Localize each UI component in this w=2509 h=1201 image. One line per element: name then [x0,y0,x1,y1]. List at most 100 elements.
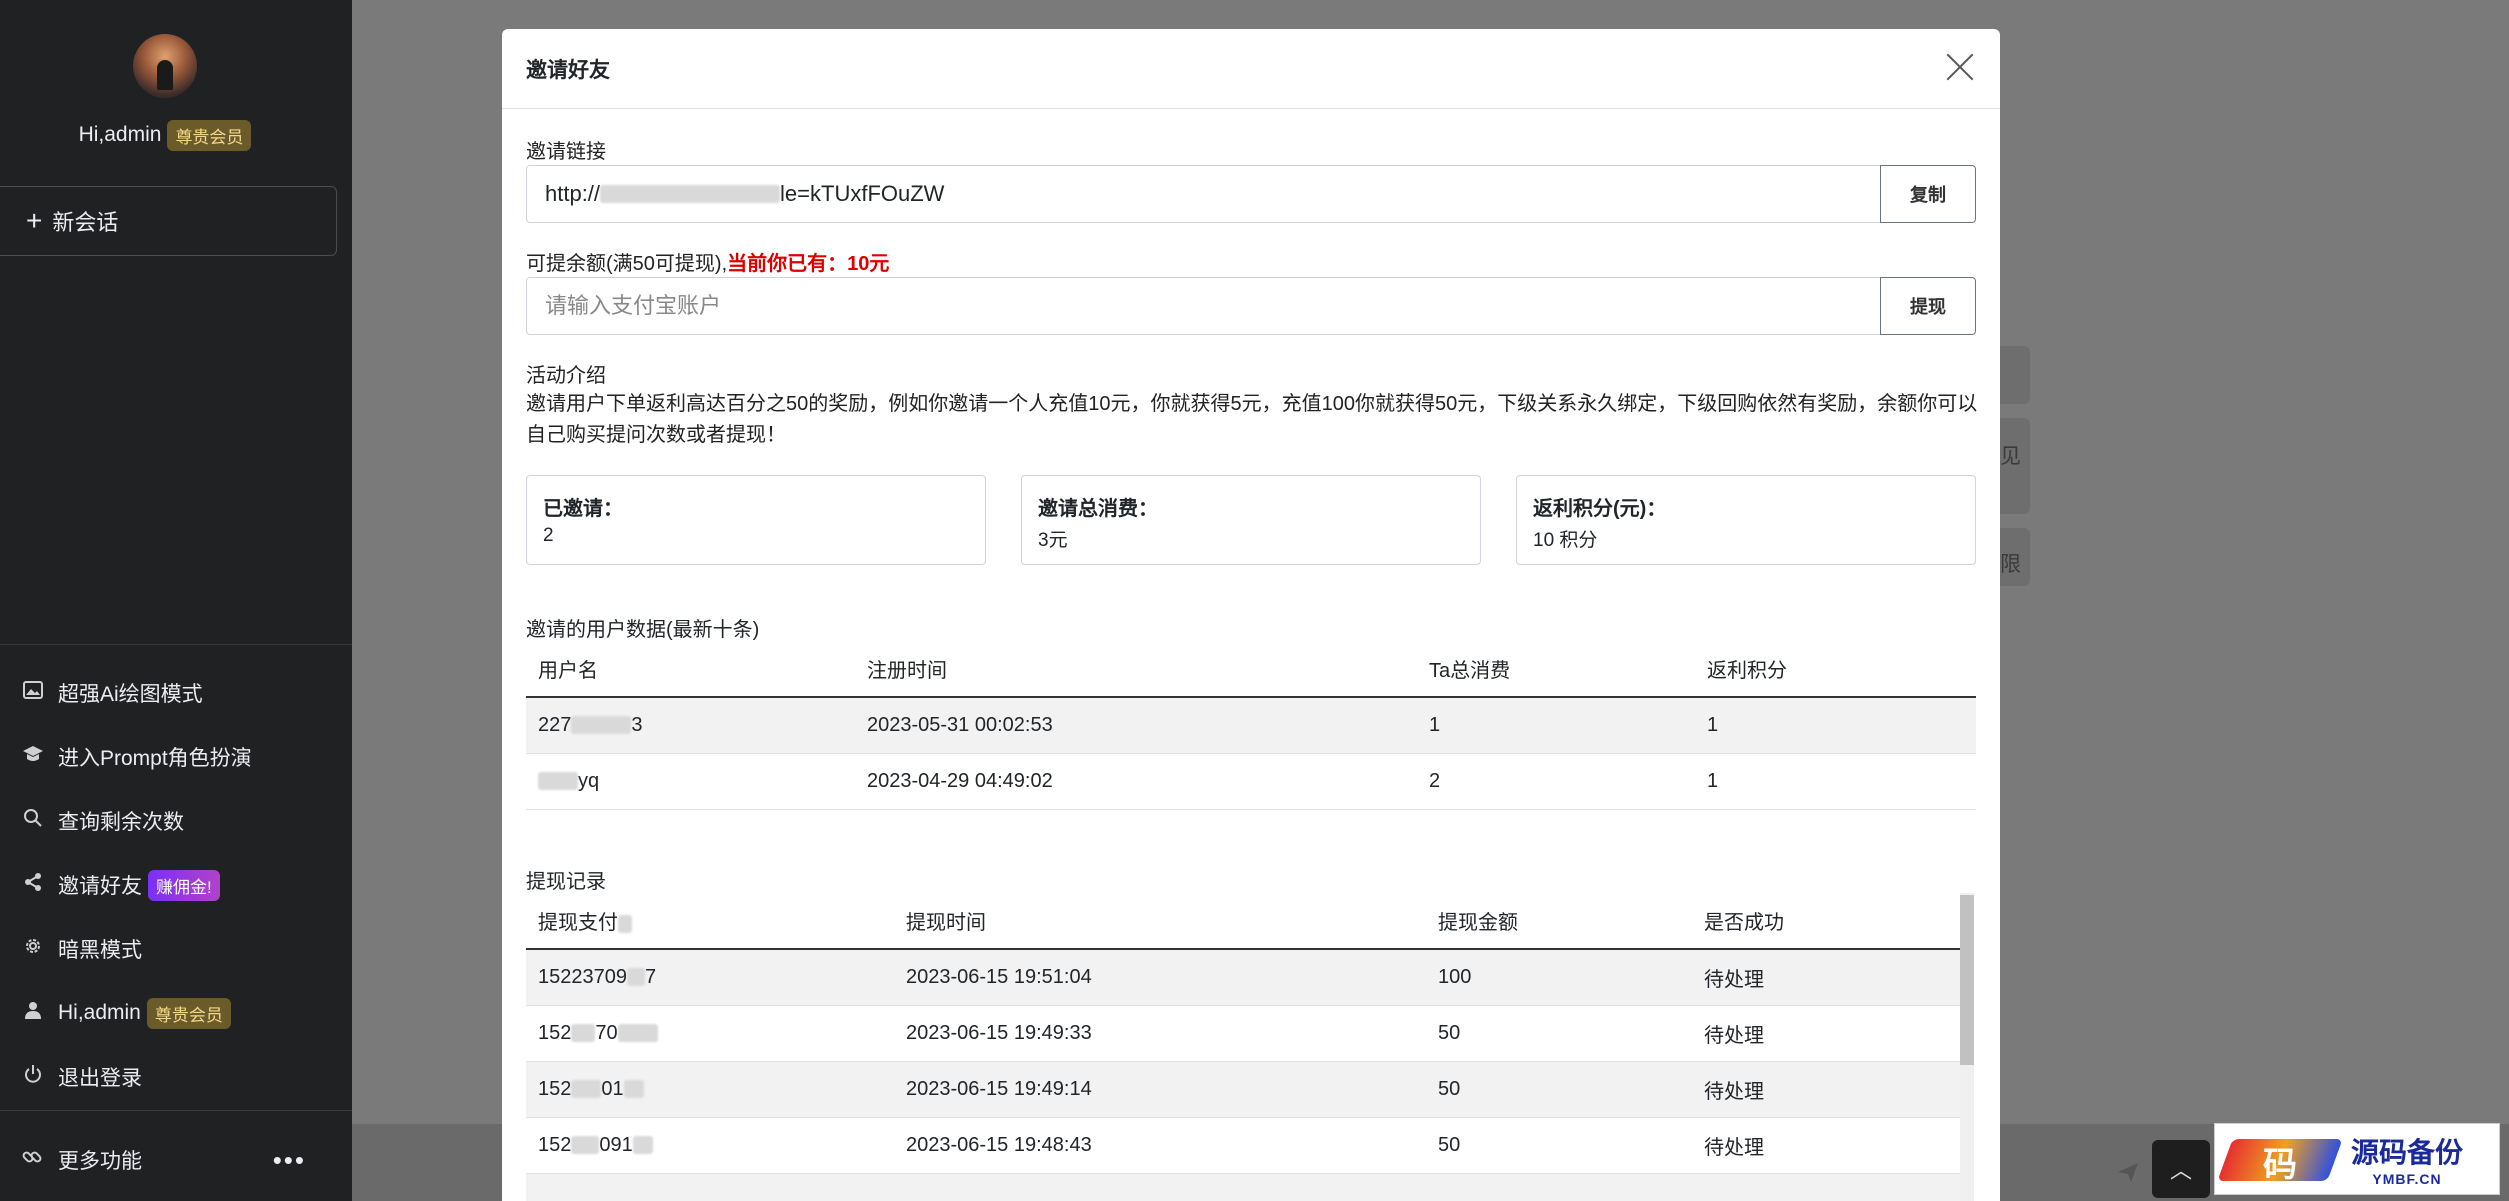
column-header: 注册时间 [855,641,1417,698]
user-greeting: Hi,admin 尊贵会员 [0,120,330,151]
column-header: Ta总消费 [1417,641,1695,698]
more-dots-icon[interactable]: ••• [273,1145,306,1176]
column-header: 提现金额 [1426,893,1692,950]
divider [0,1110,352,1111]
more-features-button[interactable]: 更多功能 ••• [0,1128,352,1192]
redacted-blur [600,185,781,203]
withdraw-time-cell: 2023-06-15 19:48:43 [894,1117,1426,1174]
invite-link-label: 邀请链接 [526,141,606,163]
table-row: 15223709 7 2023-06-15 19:51:04 100 待处理 [526,949,1960,1006]
points-cell: 1 [1695,697,1976,754]
amount-cell: 50 [1426,1005,1692,1062]
sidebar: Hi,admin 尊贵会员 + 新会话 超强Ai绘图模式 进入Prompt角色扮演… [0,0,352,1201]
more-features-label: 更多功能 [58,1150,142,1173]
withdraw-button[interactable]: 提现 [1880,277,1976,335]
graduation-cap-icon [22,745,44,769]
sidebar-item-label: 超强Ai绘图模式 [58,683,203,706]
column-header: 是否成功 [1692,893,1960,950]
plus-icon: + [26,205,43,236]
intro-text: 邀请用户下单返利高达百分之50的奖励，例如你邀请一个人充值10元，你就获得5元，… [526,393,1978,446]
watermark-logo: 码 源码备份 YMBF.CN [2214,1123,2500,1195]
stat-value: 3元 [1038,530,1068,551]
account-cell: 152 70 [526,1005,894,1062]
scroll-top-button[interactable]: ︿ [2152,1140,2210,1198]
modal-title: 邀请好友 [526,58,610,82]
spend-cell: 2 [1417,753,1695,810]
invite-link-prefix: http:// [545,181,601,206]
status-cell: 待处理 [1692,1117,1960,1174]
sidebar-item-label: 查询剩余次数 [58,811,184,834]
modal-header: 邀请好友 [502,29,2000,109]
image-icon [22,681,44,705]
amount-cell: 50 [1426,1117,1692,1174]
users-table-title: 邀请的用户数据(最新十条) [526,619,760,641]
column-header: 返利积分 [1695,641,1976,698]
stat-value: 10 积分 [1533,530,1598,551]
sidebar-item-logout[interactable]: 退出登录 [0,1045,352,1109]
amount-cell: 50 [1426,1061,1692,1118]
withdraw-records-table: 提现支付 提现时间 提现金额 是否成功 15223709 7 2023-06-15… [526,893,1960,1201]
sidebar-item-dark-mode[interactable]: 暗黑模式 [0,917,352,981]
withdraw-time-cell: 2023-06-15 19:49:14 [894,1061,1426,1118]
amount-cell: 100 [1426,949,1692,1006]
sidebar-item-query-remaining[interactable]: 查询剩余次数 [0,789,352,853]
commission-badge: 赚佣金! [148,869,220,901]
member-badge: 尊贵会员 [167,120,252,151]
divider [0,644,352,645]
power-icon [22,1064,44,1090]
account-cell: 15223709 7 [526,949,894,1006]
search-icon [22,808,44,834]
sidebar-item-label: 退出登录 [58,1067,142,1090]
background-text: 限 [2000,553,2021,576]
stat-label: 返利积分(元)： [1533,498,1667,520]
watermark-mark: 码 [2217,1131,2345,1187]
sidebar-item-prompt-role[interactable]: 进入Prompt角色扮演 [0,725,352,789]
send-icon[interactable] [2116,1160,2140,1184]
link-icon [22,1147,44,1173]
invite-link-field[interactable]: http:// le=kTUxfFOuZW [526,165,1881,223]
stat-rebate-points: 返利积分(元)： 10 积分 [1516,475,1976,565]
column-header: 提现时间 [894,893,1426,950]
status-cell: 待处理 [1692,1061,1960,1118]
close-icon[interactable] [1944,51,1976,83]
username-cell: 227 3 [526,697,855,754]
withdraw-table-title: 提现记录 [526,871,606,893]
sidebar-item-label: 邀请好友 [58,875,142,898]
avatar[interactable] [133,34,197,98]
account-cell: 152 01 [526,1061,894,1118]
points-cell: 1 [1695,753,1976,810]
background-text: 见 [2000,445,2021,468]
table-row [526,1173,1960,1201]
share-icon [22,873,44,897]
watermark-title: 源码备份 [2351,1136,2464,1169]
new-chat-label: 新会话 [52,210,119,235]
invite-link-suffix: le=kTUxfFOuZW [780,181,945,206]
status-cell: 待处理 [1692,949,1960,1006]
alipay-account-input[interactable] [526,277,1881,335]
withdraw-time-cell: 2023-06-15 19:51:04 [894,949,1426,1006]
invite-link-group: http:// le=kTUxfFOuZW 复制 [526,165,1976,223]
table-scrollbar-thumb[interactable] [1960,895,1974,1065]
column-header: 用户名 [526,641,855,698]
withdraw-group: 提现 [526,277,1976,335]
gear-icon [22,936,44,962]
table-row: yq 2023-04-29 04:49:02 2 1 [526,753,1976,810]
stat-invited: 已邀请： 2 [526,475,986,565]
sidebar-item-account[interactable]: Hi,admin 尊贵会员 [0,981,352,1045]
stat-label: 已邀请： [543,498,623,520]
sidebar-item-ai-draw[interactable]: 超强Ai绘图模式 [0,661,352,725]
copy-button[interactable]: 复制 [1880,165,1976,223]
table-row: 152 70 2023-06-15 19:49:33 50 待处理 [526,1005,1960,1062]
sidebar-item-invite-friends[interactable]: 邀请好友 赚佣金! [0,853,352,917]
greeting-text: Hi,admin [78,123,162,147]
sidebar-item-label: 进入Prompt角色扮演 [58,747,252,770]
username-cell: yq [526,753,855,810]
account-cell: 152 091 [526,1117,894,1174]
stat-label: 邀请总消费： [1038,498,1158,520]
chevron-up-icon: ︿ [2169,1158,2192,1183]
status-cell: 待处理 [1692,1005,1960,1062]
spend-cell: 1 [1417,697,1695,754]
stat-value: 2 [543,525,554,546]
sidebar-menu: 超强Ai绘图模式 进入Prompt角色扮演 查询剩余次数 邀请好友 赚佣金! 暗… [0,661,352,1109]
new-chat-button[interactable]: + 新会话 [0,186,337,256]
